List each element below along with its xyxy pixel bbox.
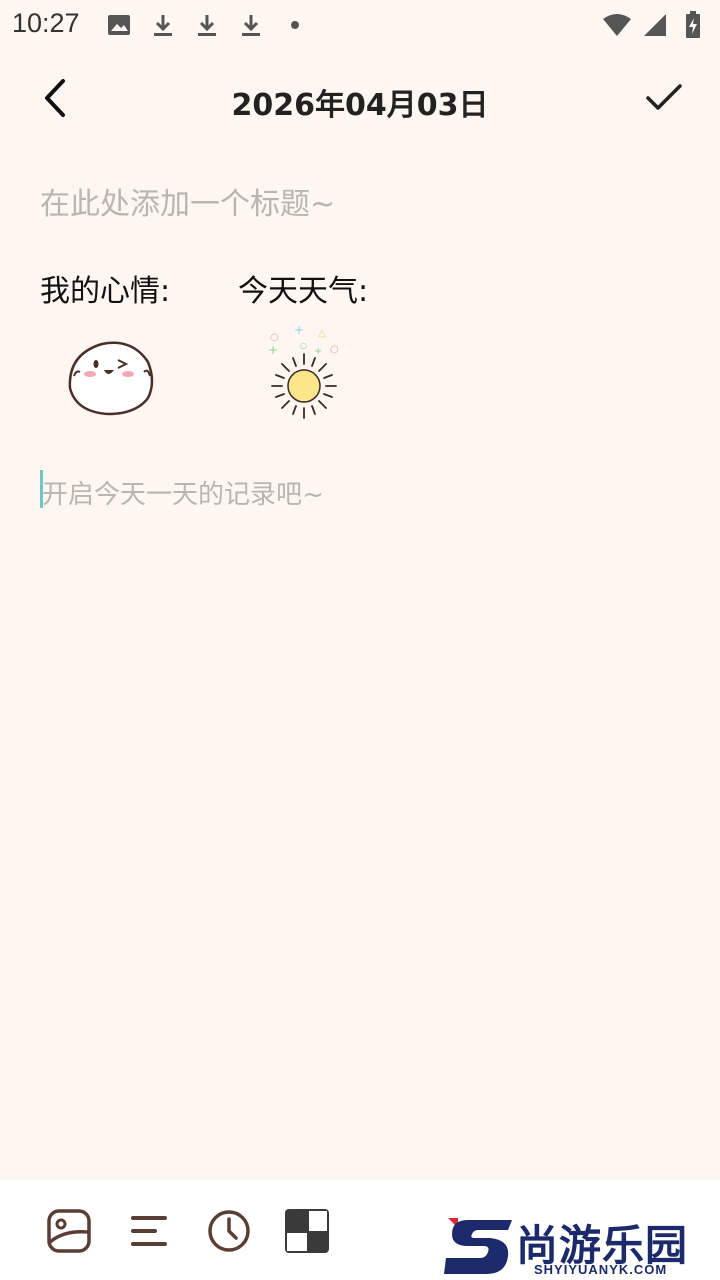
download-icon [192, 10, 222, 40]
watermark-subtext: SHYIYUANYK.COM [534, 1262, 668, 1277]
dot-icon [280, 10, 310, 40]
battery-charging-icon [678, 10, 708, 40]
svg-text:○: ○ [300, 341, 307, 350]
weather-label: 今天天气: [238, 274, 369, 309]
svg-text:△: △ [318, 328, 326, 339]
insert-image-button[interactable] [44, 1206, 94, 1256]
system-icons [602, 10, 708, 40]
signal-icon [640, 10, 670, 40]
svg-text:+: + [294, 323, 304, 337]
download-icon [148, 10, 178, 40]
happy-face-icon [68, 341, 154, 416]
title-input[interactable] [40, 180, 680, 228]
status-bar: 10:27 [0, 0, 720, 48]
download-icon [236, 10, 266, 40]
content-placeholder: 开启今天一天的记录吧~ [42, 480, 324, 510]
watermark-s-icon [444, 1218, 512, 1274]
weather-selector[interactable]: ○ + △ ○ + ○ + [264, 322, 348, 422]
svg-text:+: + [314, 346, 322, 357]
image-icon [47, 1209, 91, 1253]
mood-selector[interactable] [62, 332, 158, 418]
svg-text:+: + [268, 343, 278, 357]
time-button[interactable] [204, 1206, 254, 1256]
text-align-icon [131, 1216, 167, 1246]
notification-icons [104, 10, 310, 40]
top-bar: 2026年04月03日 [0, 60, 720, 140]
template-button[interactable] [282, 1206, 332, 1256]
svg-text:○: ○ [270, 332, 279, 343]
image-icon [104, 10, 134, 40]
page-title: 2026年04月03日 [231, 88, 489, 123]
mood-label: 我的心情: [40, 274, 171, 309]
wifi-icon [602, 10, 632, 40]
status-time: 10:27 [12, 8, 80, 38]
svg-text:○: ○ [330, 344, 339, 355]
check-icon [645, 83, 683, 117]
confirm-button[interactable] [638, 74, 690, 126]
sun-icon: ○ + △ ○ + ○ + [268, 323, 339, 419]
clock-icon [208, 1210, 250, 1252]
content-editor[interactable]: 开启今天一天的记录吧~ [40, 470, 680, 1150]
template-icon [285, 1209, 329, 1253]
text-format-button[interactable] [124, 1206, 174, 1256]
watermark-logo: 尚游乐园 SHYIYUANYK.COM [438, 1210, 720, 1280]
